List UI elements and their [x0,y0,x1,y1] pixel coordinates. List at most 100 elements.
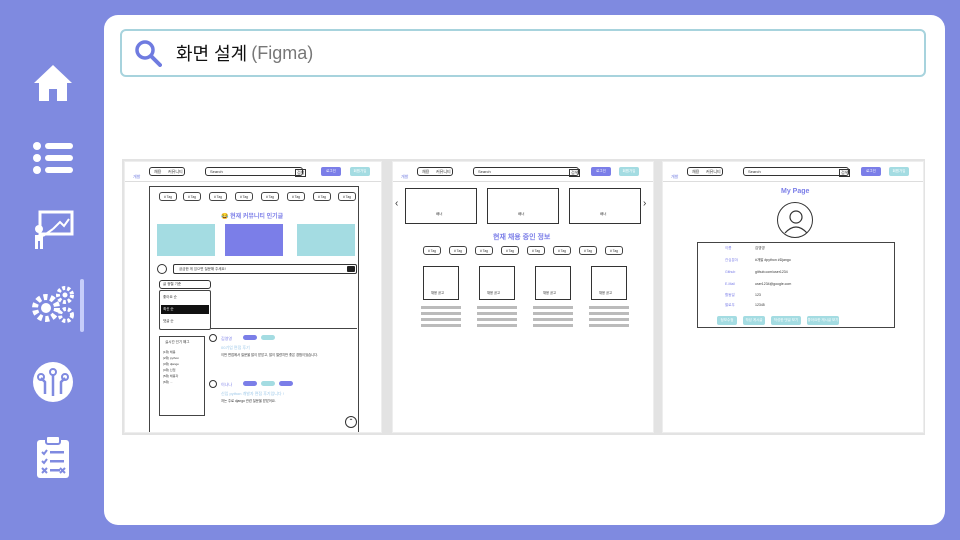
trending-item[interactable]: [4위] 신입 [163,368,175,372]
popular-card[interactable] [225,224,283,256]
login-button[interactable]: 로그인 [861,167,881,176]
circuit-icon[interactable] [28,357,78,407]
search-subtitle: (Figma) [251,42,314,63]
sort-option[interactable]: 댓글 순 [163,319,174,324]
search-button[interactable]: 검색 [569,169,581,177]
placeholder-line [589,324,629,327]
trending-item[interactable]: [6위] ... [163,380,172,384]
tag[interactable]: # Tag [527,246,545,255]
avatar [209,334,217,342]
banner[interactable] [405,188,477,224]
banner[interactable] [487,188,559,224]
trending-item[interactable]: [2위] python [163,356,179,360]
search-icon [135,40,162,67]
trending-item[interactable]: [3위] django [163,362,179,366]
nav-community[interactable]: 커뮤니티 [436,169,451,175]
placeholder-line [421,318,461,321]
field-label: 관심분야 [725,258,738,262]
tag[interactable]: # Tag [475,246,493,255]
tag[interactable]: # Tag [235,192,253,201]
post-title[interactable]: 00기업 면접 후기 [221,345,250,351]
banner[interactable] [569,188,641,224]
popular-card[interactable] [297,224,355,256]
scroll-top-icon[interactable]: ⌃ [345,416,357,428]
tag[interactable]: # Tag [423,246,441,255]
clipboard-checklist-icon[interactable] [28,432,78,482]
tag[interactable]: # Tag [449,246,467,255]
placeholder-line [477,324,517,327]
nav-community[interactable]: 커뮤니티 [168,169,183,175]
presentation-icon[interactable] [28,205,78,255]
my-posts-button[interactable]: 작성 게시글 [743,316,765,325]
edit-profile-button[interactable]: 정보수정 [717,316,737,325]
sort-option[interactable]: 최신 순 [163,307,174,312]
field-value: #개발 #python #Django [755,258,791,262]
tag[interactable]: # Tag [183,192,201,201]
trending-item[interactable]: [1위] 채용 [163,350,175,354]
nav-jobs[interactable]: 채용 [154,169,161,175]
profile-avatar-icon[interactable] [777,202,813,238]
sort-label: 글 정렬 기준 [163,282,182,286]
field-label: 팔로우 [725,303,735,307]
logo: 개발 [671,174,679,179]
field-value: 123 [755,293,761,297]
gears-icon[interactable] [28,280,78,330]
placeholder-line [533,324,573,327]
tag[interactable]: # Tag [605,246,623,255]
post-badge [261,335,275,340]
search-button[interactable]: 검색 [295,169,307,177]
banner-label: 배너 [436,212,443,216]
nav-jobs[interactable]: 채용 [422,169,429,175]
post-author: 김영영 [221,336,233,341]
field-label: 이름 [725,246,732,250]
tag[interactable]: # Tag [501,246,519,255]
divider [211,328,357,329]
tag[interactable]: # Tag [209,192,227,201]
nav-community[interactable]: 커뮤니티 [706,169,721,175]
post-title[interactable]: 신입 python 개발자 면접 후기입니다 ! [221,391,284,397]
jobs-screen: 개발 채용 커뮤니티 Search 검색 로그인 회원가입 ‹ › 배너 배너 … [392,161,654,433]
search-title: 화면 설계 [176,44,248,64]
search-button[interactable]: 검색 [839,169,851,177]
field-value: user1234@google.com [755,282,792,286]
list-icon[interactable] [28,133,78,183]
sort-option[interactable]: 좋아요 순 [163,295,177,300]
nav-jobs[interactable]: 채용 [692,169,699,175]
tag[interactable]: # Tag [261,192,279,201]
search-bar[interactable]: 화면 설계 (Figma) [120,29,926,77]
tag[interactable]: # Tag [287,192,305,201]
field-value: github.com/user1234 [755,270,788,274]
banner-label: 배너 [518,212,525,216]
post-body: 이번 면접에서 질문을 많이 받았고, 많이 떨렸지만 좋은 경험이었습니다. [221,353,319,357]
post-badge [243,335,257,340]
chevron-left-icon[interactable]: ‹ [395,198,398,209]
login-button[interactable]: 로그인 [321,167,341,176]
banner-label: 배너 [600,212,607,216]
tag[interactable]: # Tag [553,246,571,255]
signup-button[interactable]: 회원가입 [889,167,909,176]
chevron-right-icon[interactable]: › [643,198,646,209]
job-label: 채용 공고 [431,291,445,295]
popular-title: 😂 현재 커뮤니티 인기글 [221,214,284,220]
liked-posts-button[interactable]: 좋아요한 게시글 보기 [807,316,839,325]
submit-button[interactable] [347,266,355,272]
tag[interactable]: # Tag [338,192,356,201]
mypage-screen: 개발 채용 커뮤니티 Search 검색 로그인 회원가입 My Page 이름… [662,161,924,433]
placeholder-line [477,306,517,309]
login-button[interactable]: 로그인 [591,167,611,176]
tag[interactable]: # Tag [313,192,331,201]
trending-item[interactable]: [5위] 채용자 [163,374,178,378]
search-placeholder: Search [748,169,761,174]
signup-button[interactable]: 회원가입 [619,167,639,176]
job-label: 채용 공고 [599,291,613,295]
section-title: 현재 채용 중인 정보 [493,234,551,241]
my-comments-button[interactable]: 작성한 댓글 보기 [771,316,801,325]
placeholder-line [589,312,629,315]
tag[interactable]: # Tag [159,192,177,201]
signup-button[interactable]: 회원가입 [350,167,370,176]
popular-card[interactable] [157,224,215,256]
home-icon[interactable] [28,58,78,108]
field-value: 김영영 [755,246,765,250]
tag[interactable]: # Tag [579,246,597,255]
field-label: E-Mail [725,282,735,286]
